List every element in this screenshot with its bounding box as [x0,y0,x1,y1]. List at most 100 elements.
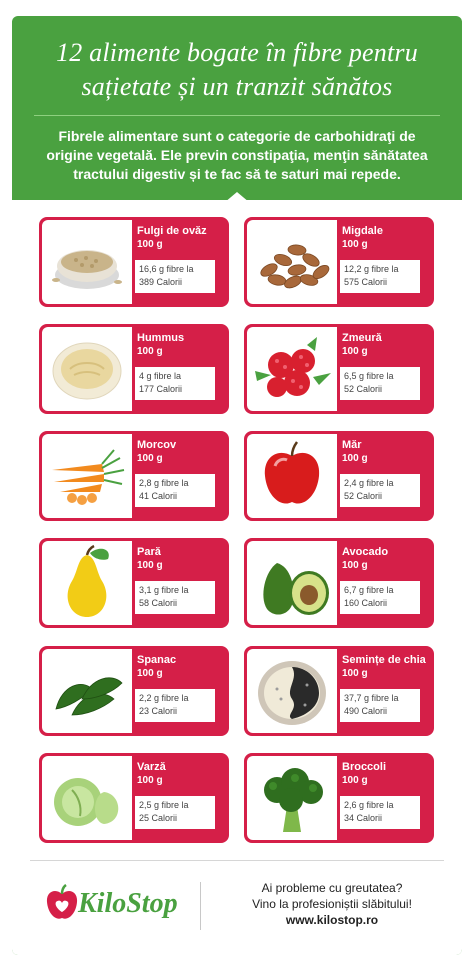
food-card: Pară 100 g 3,1 g fibre la 58 Calorii [39,538,229,628]
food-quantity: 100 g [137,346,163,357]
calories: 25 Calorii [139,813,178,823]
food-image [42,434,132,518]
food-name: Măr [342,439,362,451]
food-fibre-info: 2,8 g fibre la 41 Calorii [135,474,215,507]
website-link[interactable]: www.kilostop.ro [212,912,452,928]
food-name: Broccoli [342,761,387,773]
food-image [247,434,337,518]
calories: 389 Calorii [139,277,183,287]
apple-icon [264,441,320,504]
calories: 490 Calorii [344,706,388,716]
food-card: Semințe de chia 100 g 37,7 g fibre la 490 C… [244,646,434,736]
food-image [42,220,132,304]
food-name: Avocado [342,546,389,558]
apple-logo-icon [46,884,78,919]
broccoli-icon [264,768,323,832]
raspberry-icon [255,337,331,397]
calories: 34 Calorii [344,813,383,823]
food-name: Migdale [342,225,383,237]
oats-icon [52,250,122,289]
food-quantity: 100 g [342,346,368,357]
food-name: Fulgi de ovăz [137,225,207,237]
footer-divider [30,860,444,861]
food-fibre-info: 16,6 g fibre la 389 Calorii [135,260,215,293]
title-line-2: sațietate și un tranzit sănătos [81,72,393,101]
food-card: Varză 100 g 2,5 g fibre la 25 Calorii [39,753,229,843]
avocado-icon [263,563,329,615]
cta-line-2: Vino la profesioniștii slăbitului! [252,897,412,911]
food-card: Avocado 100 g 6,7 g fibre la 160 Calorii [244,538,434,628]
food-image [247,541,337,625]
fibre-amount: 4 g fibre la [139,371,182,381]
food-name: Hummus [137,332,185,344]
food-card: Broccoli 100 g 2,6 g fibre la 34 Calorii [244,753,434,843]
fibre-amount: 16,6 g fibre la [139,264,194,274]
food-name: Pară [137,546,161,558]
title-divider [34,115,440,116]
page-title: 12 alimente bogate în fibre pentru sație… [12,36,462,104]
food-fibre-info: 6,7 g fibre la 160 Calorii [340,581,420,614]
food-quantity: 100 g [137,668,163,679]
green-frame: 12 alimente bogate în fibre pentru sație… [12,16,462,955]
food-quantity: 100 g [137,560,163,571]
footer-vertical-divider [200,882,201,930]
food-fibre-info: 12,2 g fibre la 575 Calorii [340,260,420,293]
food-fibre-info: 2,4 g fibre la 52 Calorii [340,474,420,507]
food-card: Măr 100 g 2,4 g fibre la 52 Calorii [244,431,434,521]
food-fibre-info: 2,5 g fibre la 25 Calorii [135,796,215,829]
infographic: 12 alimente bogate în fibre pentru sație… [0,0,474,966]
food-image [42,327,132,411]
calories: 52 Calorii [344,491,383,501]
calories: 575 Calorii [344,277,388,287]
fibre-amount: 2,2 g fibre la [139,693,189,703]
food-image [247,649,337,733]
kilostop-logo[interactable]: KiloStop [42,878,202,930]
fibre-amount: 2,4 g fibre la [344,478,394,488]
food-card: Migdale 100 g 12,2 g fibre la 575 Calorii [244,217,434,307]
fibre-amount: 2,6 g fibre la [344,800,394,810]
call-to-action: Ai probleme cu greutatea? Vino la profes… [212,880,452,928]
calories: 52 Calorii [344,384,383,394]
food-quantity: 100 g [342,560,368,571]
intro-line-2: origine vegetală. Ele previn constipaţia… [46,147,428,163]
food-name: Semințe de chia [342,654,426,666]
intro-line-1: Fibrele alimentare sunt o categorie de c… [58,128,416,144]
food-fibre-info: 4 g fibre la 177 Calorii [135,367,215,400]
calories: 23 Calorii [139,706,178,716]
food-quantity: 100 g [342,453,368,464]
calories: 41 Calorii [139,491,178,501]
food-quantity: 100 g [137,239,163,250]
almonds-icon [260,244,330,289]
food-fibre-info: 3,1 g fibre la 58 Calorii [135,581,215,614]
food-image [42,541,132,625]
calories: 160 Calorii [344,598,388,608]
fibre-amount: 12,2 g fibre la [344,264,399,274]
fibre-amount: 37,7 g fibre la [344,693,399,703]
calories: 177 Calorii [139,384,183,394]
food-image [247,756,337,840]
food-name: Spanac [137,654,177,666]
intro-line-3: tractului digestiv și te fac să te satur… [73,166,401,182]
calories: 58 Calorii [139,598,178,608]
carrot-icon [52,449,125,505]
food-card: Zmeură 100 g 6,5 g fibre la 52 Calorii [244,324,434,414]
food-card: Hummus 100 g 4 g fibre la 177 Calorii [39,324,229,414]
fibre-amount: 2,8 g fibre la [139,478,189,488]
food-card: Fulgi de ovăz 100 g 16,6 g fibre la 389 Cal… [39,217,229,307]
food-image [247,327,337,411]
food-quantity: 100 g [342,775,368,786]
food-name: Varză [137,761,166,773]
fibre-amount: 2,5 g fibre la [139,800,189,810]
fibre-amount: 6,7 g fibre la [344,585,394,595]
food-fibre-info: 37,7 g fibre la 490 Calorii [340,689,420,722]
cta-line-1: Ai probleme cu greutatea? [261,881,403,895]
spinach-icon [55,677,123,716]
food-card: Morcov 100 g 2,8 g fibre la 41 Calorii [39,431,229,521]
food-quantity: 100 g [342,668,368,679]
food-fibre-info: 6,5 g fibre la 52 Calorii [340,367,420,400]
food-name: Zmeură [342,332,382,344]
title-line-1: 12 alimente bogate în fibre pentru [56,38,418,67]
brand-name: KiloStop [78,888,178,919]
food-quantity: 100 g [342,239,368,250]
food-card: Spanac 100 g 2,2 g fibre la 23 Calorii [39,646,229,736]
